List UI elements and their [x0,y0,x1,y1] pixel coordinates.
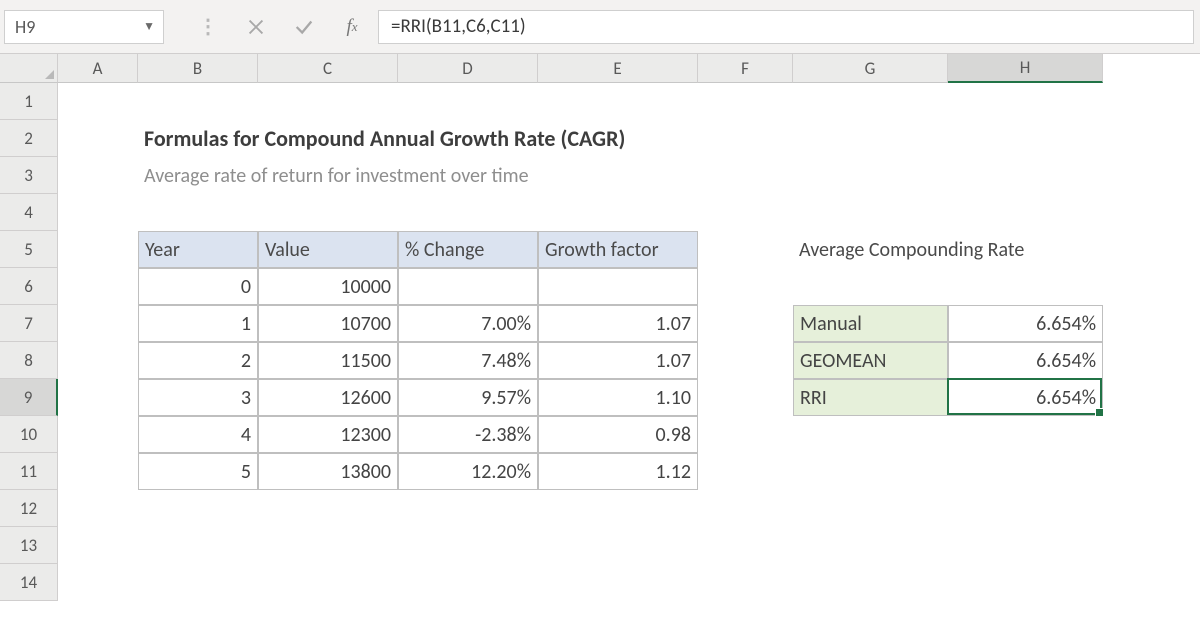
col-head-B[interactable]: B [138,54,258,83]
change-cell[interactable]: 9.57% [398,379,538,416]
col-head-D[interactable]: D [398,54,538,83]
cancel-icon[interactable] [234,10,278,44]
row-head-4[interactable]: 4 [0,194,58,231]
year-cell[interactable]: 2 [138,342,258,379]
row-head-8[interactable]: 8 [0,342,58,379]
table-header-year[interactable]: Year [138,231,258,268]
row-head-14[interactable]: 14 [0,564,58,601]
factor-cell[interactable] [538,268,698,305]
row-head-5[interactable]: 5 [0,231,58,268]
page-title: Formulas for Compound Annual Growth Rate… [138,120,838,157]
factor-cell[interactable]: 1.12 [538,453,698,490]
year-cell[interactable]: 4 [138,416,258,453]
value-cell[interactable]: 10000 [258,268,398,305]
table-header-factor[interactable]: Growth factor [538,231,698,268]
change-cell[interactable]: 12.20% [398,453,538,490]
year-cell[interactable]: 5 [138,453,258,490]
ellipsis-icon[interactable]: ⋮ [186,10,230,44]
formula-bar: H9 ▼ ⋮ fx =RRI(B11,C6,C11) [0,0,1200,54]
change-cell[interactable]: -2.38% [398,416,538,453]
table-header-change[interactable]: % Change [398,231,538,268]
row-head-1[interactable]: 1 [0,83,58,120]
results-title: Average Compounding Rate [793,231,1103,268]
fx-icon[interactable]: fx [330,10,374,44]
value-cell[interactable]: 10700 [258,305,398,342]
cell-reference: H9 [15,16,35,38]
spreadsheet-grid[interactable]: ABCDEFGH 1234567891011121314 Formulas fo… [0,54,1200,630]
row-head-11[interactable]: 11 [0,453,58,490]
result-label[interactable]: Manual [793,305,948,342]
year-cell[interactable]: 1 [138,305,258,342]
row-head-6[interactable]: 6 [0,268,58,305]
factor-cell[interactable]: 1.07 [538,305,698,342]
factor-cell[interactable]: 0.98 [538,416,698,453]
year-cell[interactable]: 3 [138,379,258,416]
row-headers: 1234567891011121314 [0,83,58,601]
result-value[interactable]: 6.654% [948,342,1103,379]
change-cell[interactable] [398,268,538,305]
row-head-10[interactable]: 10 [0,416,58,453]
value-cell[interactable]: 12600 [258,379,398,416]
name-box[interactable]: H9 ▼ [4,10,164,44]
result-label[interactable]: GEOMEAN [793,342,948,379]
row-head-3[interactable]: 3 [0,157,58,194]
col-head-G[interactable]: G [793,54,948,83]
col-head-A[interactable]: A [58,54,138,83]
row-head-7[interactable]: 7 [0,305,58,342]
result-value[interactable]: 6.654% [948,305,1103,342]
col-head-E[interactable]: E [538,54,698,83]
result-label[interactable]: RRI [793,379,948,416]
row-head-12[interactable]: 12 [0,490,58,527]
select-all-corner[interactable] [0,54,58,83]
result-value[interactable]: 6.654% [948,379,1103,416]
value-cell[interactable]: 12300 [258,416,398,453]
formula-text: =RRI(B11,C6,C11) [391,15,526,38]
confirm-icon[interactable] [282,10,326,44]
column-headers: ABCDEFGH [58,54,1103,83]
row-head-2[interactable]: 2 [0,120,58,157]
year-cell[interactable]: 0 [138,268,258,305]
col-head-F[interactable]: F [698,54,793,83]
table-header-value[interactable]: Value [258,231,398,268]
factor-cell[interactable]: 1.10 [538,379,698,416]
change-cell[interactable]: 7.00% [398,305,538,342]
row-head-9[interactable]: 9 [0,379,58,416]
page-subtitle: Average rate of return for investment ov… [138,157,838,194]
value-cell[interactable]: 13800 [258,453,398,490]
value-cell[interactable]: 11500 [258,342,398,379]
col-head-C[interactable]: C [258,54,398,83]
col-head-H[interactable]: H [948,54,1103,83]
change-cell[interactable]: 7.48% [398,342,538,379]
chevron-down-icon[interactable]: ▼ [143,19,155,34]
formula-input[interactable]: =RRI(B11,C6,C11) [378,10,1194,44]
row-head-13[interactable]: 13 [0,527,58,564]
factor-cell[interactable]: 1.07 [538,342,698,379]
